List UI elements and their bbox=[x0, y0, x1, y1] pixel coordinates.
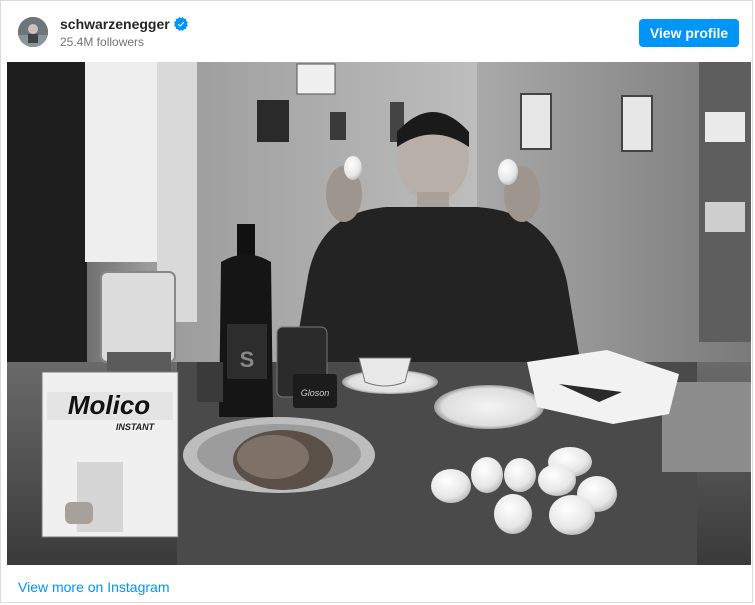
instagram-embed-card: schwarzenegger 25.4M followers View prof… bbox=[0, 0, 753, 603]
username-link[interactable]: schwarzenegger bbox=[60, 16, 170, 32]
box-sub-label: INSTANT bbox=[116, 422, 156, 432]
username-row: schwarzenegger bbox=[60, 16, 188, 32]
follower-count: 25.4M followers bbox=[60, 35, 145, 49]
can-label: Gloson bbox=[301, 388, 330, 398]
post-header: schwarzenegger 25.4M followers View prof… bbox=[1, 1, 752, 63]
profile-avatar[interactable] bbox=[18, 17, 48, 47]
avatar-image-icon bbox=[18, 17, 48, 47]
box-brand-label: Molico bbox=[68, 390, 150, 420]
verified-badge-icon bbox=[173, 17, 188, 31]
bottle-label: S bbox=[240, 347, 255, 372]
view-more-on-instagram-link[interactable]: View more on Instagram bbox=[18, 579, 169, 595]
view-profile-button[interactable]: View profile bbox=[639, 19, 739, 47]
photo-image-icon: S Gloson Molico INSTANT bbox=[7, 62, 751, 565]
post-photo[interactable]: S Gloson Molico INSTANT bbox=[7, 62, 751, 565]
